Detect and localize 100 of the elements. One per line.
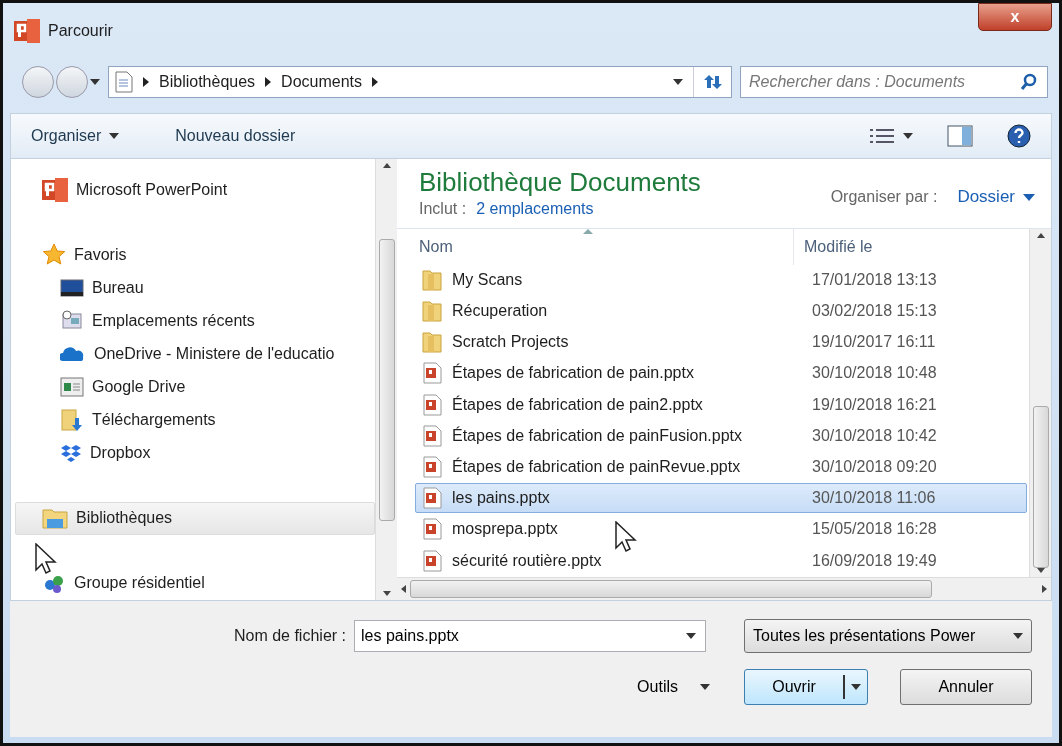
presentation-app-icon	[42, 177, 68, 202]
file-row[interactable]: Récuperation 03/02/2018 15:13	[415, 296, 1027, 326]
file-name: Étapes de fabrication de pain2.pptx	[452, 395, 703, 414]
nav-pane-item[interactable]: Téléchargements	[15, 403, 375, 437]
address-bar[interactable]: Bibliothèques Documents	[108, 66, 732, 98]
forward-button[interactable]	[56, 66, 88, 98]
file-row[interactable]: Étapes de fabrication de pain.pptx 30/10/2018 10:48	[415, 358, 1027, 389]
mouse-pointer-icon	[35, 543, 57, 575]
caret-icon	[700, 684, 710, 690]
nav-pane-item[interactable]: Google Drive	[15, 370, 375, 404]
file-row[interactable]: Scratch Projects 19/10/2017 16:11	[415, 327, 1027, 357]
nav-pane-item[interactable]: Bureau	[15, 271, 375, 305]
library-title: Bibliothèque Documents	[419, 167, 701, 198]
recent-places-icon	[60, 309, 84, 332]
presentation-file-icon	[422, 393, 442, 416]
nav-pane-item[interactable]: Emplacements récents	[15, 304, 375, 338]
search-icon	[1020, 73, 1038, 91]
nav-pane-item[interactable]: Dropbox	[15, 436, 375, 470]
tools-menu-button[interactable]: Outils	[631, 677, 716, 697]
file-name-label: Nom de fichier :	[233, 627, 346, 645]
modified-date: 19/10/2017 16:11	[812, 333, 937, 352]
organize-menu-button[interactable]: Organiser	[25, 123, 126, 149]
file-type-dropdown[interactable]: Toutes les présentations Power	[744, 619, 1032, 653]
modified-date: 17/01/2018 13:13	[812, 270, 938, 289]
modified-date: 30/10/2018 09:20	[812, 457, 938, 476]
folder-icon	[422, 331, 442, 354]
modified-date: 30/10/2018 11:06	[812, 489, 937, 508]
file-row[interactable]: Étapes de fabrication de painRevue.pptx 30/10/2018 09:20	[415, 452, 1027, 482]
help-icon	[1007, 124, 1031, 148]
folder-icon	[422, 299, 442, 322]
locations-link[interactable]: 2 emplacements	[476, 200, 594, 218]
folder-icon	[422, 268, 442, 291]
preview-pane-icon	[947, 125, 973, 147]
search-field[interactable]: Rechercher dans : Documents	[740, 66, 1048, 98]
nav-pane-item[interactable]: OneDrive - Ministere de l'educatio	[15, 337, 375, 371]
nav-pane-item[interactable]: Bibliothèques	[15, 501, 375, 535]
presentation-file-icon	[422, 549, 442, 572]
presentation-app-icon	[14, 19, 40, 43]
breadcrumb-item[interactable]: Bibliothèques	[159, 73, 256, 91]
dropdown-caret-icon	[1013, 633, 1023, 639]
nav-pane-item[interactable]: Microsoft PowerPoint	[15, 173, 375, 207]
caret-icon	[903, 133, 913, 139]
modified-date: 15/05/2018 16:28	[812, 520, 938, 539]
list-view-icon	[869, 127, 895, 145]
modified-date: 03/02/2018 15:13	[812, 301, 938, 320]
file-name: Étapes de fabrication de painRevue.pptx	[452, 457, 741, 476]
column-header[interactable]: Nom	[397, 237, 793, 256]
presentation-file-icon	[422, 455, 442, 478]
close-button[interactable]: x	[978, 3, 1052, 31]
file-name: Scratch Projects	[452, 333, 569, 352]
file-row[interactable]: mosprepa.pptx 15/05/2018 16:28	[415, 514, 1027, 545]
file-name-field[interactable]: les pains.pptx	[354, 620, 706, 652]
file-name: les pains.pptx	[452, 489, 550, 508]
caret-icon	[851, 684, 861, 690]
cloud-icon	[60, 345, 86, 362]
modified-date: 30/10/2018 10:42	[812, 426, 938, 445]
file-name: My Scans	[452, 270, 523, 289]
dropdown-caret-icon	[686, 633, 696, 639]
open-button[interactable]: Ouvrir	[744, 669, 868, 705]
window-icon	[60, 377, 84, 397]
nav-pane-item[interactable]: Groupe résidentiel	[15, 566, 375, 600]
back-button[interactable]	[22, 66, 54, 98]
caret-icon	[109, 133, 120, 139]
file-name: sécurité routière.pptx	[452, 551, 602, 570]
file-row[interactable]: Étapes de fabrication de painFusion.pptx 30/10/2018 10:42	[415, 420, 1027, 451]
file-row[interactable]: Étapes de fabrication de pain2.pptx 19/10/2018 16:21	[415, 389, 1027, 420]
presentation-file-icon	[422, 487, 442, 510]
file-name: Étapes de fabrication de painFusion.pptx	[452, 426, 742, 445]
dropdown-caret-icon	[673, 79, 683, 85]
includes-label: Inclut :	[419, 200, 467, 218]
presentation-file-icon	[422, 518, 442, 541]
file-name: Étapes de fabrication de pain.pptx	[452, 364, 694, 383]
dropbox-icon	[60, 444, 82, 463]
mouse-pointer-icon	[615, 521, 637, 553]
modified-date: 19/10/2018 16:21	[812, 395, 938, 414]
file-row[interactable]: sécurité routière.pptx 16/09/2018 19:49	[415, 545, 1027, 576]
file-row[interactable]: les pains.pptx 30/10/2018 11:06	[415, 483, 1027, 513]
window-title: Parcourir	[48, 22, 114, 40]
vertical-scrollbar[interactable]	[375, 159, 397, 600]
presentation-file-icon	[422, 362, 442, 385]
monitor-icon	[60, 277, 84, 298]
arrange-by-label: Organiser par :	[830, 188, 938, 206]
star-icon	[42, 242, 66, 267]
library-folder-icon	[42, 507, 68, 530]
arrange-by-dropdown[interactable]: Dossier	[957, 187, 1035, 207]
file-name: mosprepa.pptx	[452, 520, 558, 539]
modified-date: 30/10/2018 10:48	[812, 364, 938, 383]
cancel-button[interactable]: Annuler	[900, 669, 1032, 705]
nav-pane-item[interactable]: Favoris	[15, 238, 375, 272]
file-row[interactable]: My Scans 17/01/2018 13:13	[415, 264, 1027, 295]
caret-icon	[1023, 193, 1035, 201]
download-folder-icon	[60, 408, 84, 433]
history-caret-icon	[90, 79, 100, 85]
document-icon	[115, 71, 133, 93]
presentation-file-icon	[422, 424, 442, 447]
breadcrumb-item[interactable]: Documents	[281, 73, 362, 91]
vertical-scrollbar[interactable]	[1029, 229, 1051, 577]
new-folder-button[interactable]: Nouveau dossier	[169, 123, 302, 149]
horizontal-scrollbar[interactable]	[397, 577, 1051, 600]
modified-date: 16/09/2018 19:49	[812, 551, 938, 570]
